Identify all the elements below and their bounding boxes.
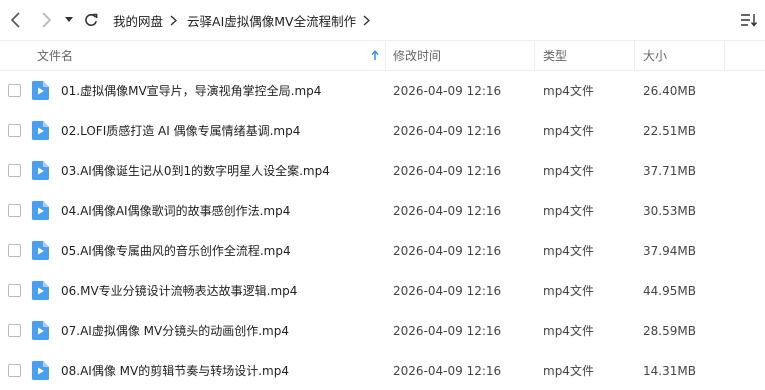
row-checkbox[interactable] bbox=[8, 364, 21, 377]
file-size: 30.53MB bbox=[643, 204, 696, 218]
file-modified: 2026-04-09 12:16 bbox=[393, 244, 502, 258]
video-file-icon bbox=[32, 281, 49, 300]
file-name: 01.虚拟偶像MV宣导片，导演视角掌控全局.mp4 bbox=[61, 84, 322, 98]
file-list-header: 文件名 修改时间 类型 大小 bbox=[0, 40, 765, 71]
toolbar: 我的网盘 云驿AI虚拟偶像MV全流程制作 bbox=[0, 0, 765, 40]
breadcrumb-item-current-folder[interactable]: 云驿AI虚拟偶像MV全流程制作 bbox=[187, 11, 356, 30]
file-row[interactable]: 02.LOFI质感打造 AI 偶像专属情绪基调.mp4 2026-04-09 1… bbox=[0, 111, 765, 151]
file-name: 02.LOFI质感打造 AI 偶像专属情绪基调.mp4 bbox=[61, 124, 301, 138]
column-header-modified-label: 修改时间 bbox=[393, 49, 442, 63]
file-row[interactable]: 01.虚拟偶像MV宣导片，导演视角掌控全局.mp4 2026-04-09 12:… bbox=[0, 71, 765, 111]
file-modified: 2026-04-09 12:16 bbox=[393, 364, 502, 378]
column-header-name-label: 文件名 bbox=[37, 49, 74, 63]
file-size: 22.51MB bbox=[643, 124, 696, 138]
row-checkbox[interactable] bbox=[8, 164, 21, 177]
history-dropdown-button[interactable] bbox=[62, 8, 76, 32]
file-size: 37.71MB bbox=[643, 164, 696, 178]
file-size: 14.31MB bbox=[643, 364, 696, 378]
video-file-icon bbox=[32, 361, 49, 380]
file-row[interactable]: 04.AI偶像AI偶像歌词的故事感创作法.mp4 2026-04-09 12:1… bbox=[0, 191, 765, 231]
breadcrumb-item-my-drive[interactable]: 我的网盘 bbox=[113, 11, 163, 30]
file-modified: 2026-04-09 12:16 bbox=[393, 284, 502, 298]
row-checkbox[interactable] bbox=[8, 284, 21, 297]
breadcrumb-separator-icon bbox=[363, 14, 371, 26]
file-name: 07.AI虚拟偶像 MV分镜头的动画创作.mp4 bbox=[61, 324, 289, 338]
file-row[interactable]: 05.AI偶像专属曲风的音乐创作全流程.mp4 2026-04-09 12:16… bbox=[0, 231, 765, 271]
refresh-button[interactable] bbox=[82, 8, 100, 32]
column-divider[interactable] bbox=[534, 41, 535, 70]
file-row[interactable]: 08.AI偶像 MV的剪辑节奏与转场设计.mp4 2026-04-09 12:1… bbox=[0, 351, 765, 390]
column-divider[interactable] bbox=[724, 41, 725, 70]
video-file-icon bbox=[32, 121, 49, 140]
sort-ascending-icon bbox=[371, 50, 379, 64]
back-button[interactable] bbox=[6, 8, 26, 32]
column-divider[interactable] bbox=[634, 41, 635, 70]
file-name: 08.AI偶像 MV的剪辑节奏与转场设计.mp4 bbox=[61, 364, 289, 378]
file-type: mp4文件 bbox=[543, 324, 594, 338]
column-header-name[interactable]: 文件名 bbox=[37, 41, 382, 70]
video-file-icon bbox=[32, 241, 49, 260]
column-header-type-label: 类型 bbox=[543, 49, 568, 63]
sort-options-button[interactable] bbox=[739, 10, 759, 30]
file-row[interactable]: 03.AI偶像诞生记从0到1的数字明星人设全案.mp4 2026-04-09 1… bbox=[0, 151, 765, 191]
file-row[interactable]: 07.AI虚拟偶像 MV分镜头的动画创作.mp4 2026-04-09 12:1… bbox=[0, 311, 765, 351]
video-file-icon bbox=[32, 81, 49, 100]
caret-down-icon bbox=[65, 17, 73, 22]
file-size: 28.59MB bbox=[643, 324, 696, 338]
sort-list-icon bbox=[741, 14, 758, 27]
file-modified: 2026-04-09 12:16 bbox=[393, 204, 502, 218]
file-name: 03.AI偶像诞生记从0到1的数字明星人设全案.mp4 bbox=[61, 164, 330, 178]
file-name: 04.AI偶像AI偶像歌词的故事感创作法.mp4 bbox=[61, 204, 291, 218]
column-divider[interactable] bbox=[385, 41, 386, 70]
chevron-left-icon bbox=[10, 12, 20, 28]
file-type: mp4文件 bbox=[543, 244, 594, 258]
video-file-icon bbox=[32, 201, 49, 220]
file-size: 37.94MB bbox=[643, 244, 696, 258]
file-name: 06.MV专业分镜设计流畅表达故事逻辑.mp4 bbox=[61, 284, 298, 298]
video-file-icon bbox=[32, 321, 49, 340]
file-modified: 2026-04-09 12:16 bbox=[393, 84, 502, 98]
file-name: 05.AI偶像专属曲风的音乐创作全流程.mp4 bbox=[61, 244, 291, 258]
refresh-icon bbox=[85, 13, 98, 26]
file-type: mp4文件 bbox=[543, 84, 594, 98]
chevron-right-icon bbox=[42, 12, 52, 28]
column-header-modified[interactable]: 修改时间 bbox=[393, 41, 533, 70]
file-type: mp4文件 bbox=[543, 364, 594, 378]
row-checkbox[interactable] bbox=[8, 124, 21, 137]
file-modified: 2026-04-09 12:16 bbox=[393, 324, 502, 338]
breadcrumb: 我的网盘 云驿AI虚拟偶像MV全流程制作 bbox=[113, 0, 380, 40]
column-header-type[interactable]: 类型 bbox=[543, 41, 633, 70]
column-header-size[interactable]: 大小 bbox=[643, 41, 723, 70]
file-type: mp4文件 bbox=[543, 204, 594, 218]
breadcrumb-separator-icon bbox=[170, 14, 178, 26]
row-checkbox[interactable] bbox=[8, 244, 21, 257]
column-header-size-label: 大小 bbox=[643, 49, 668, 63]
file-modified: 2026-04-09 12:16 bbox=[393, 164, 502, 178]
file-type: mp4文件 bbox=[543, 284, 594, 298]
forward-button[interactable] bbox=[36, 8, 56, 32]
file-size: 44.95MB bbox=[643, 284, 696, 298]
row-checkbox[interactable] bbox=[8, 84, 21, 97]
file-row[interactable]: 06.MV专业分镜设计流畅表达故事逻辑.mp4 2026-04-09 12:16… bbox=[0, 271, 765, 311]
row-checkbox[interactable] bbox=[8, 324, 21, 337]
file-type: mp4文件 bbox=[543, 164, 594, 178]
video-file-icon bbox=[32, 161, 49, 180]
file-size: 26.40MB bbox=[643, 84, 696, 98]
file-type: mp4文件 bbox=[543, 124, 594, 138]
file-modified: 2026-04-09 12:16 bbox=[393, 124, 502, 138]
row-checkbox[interactable] bbox=[8, 204, 21, 217]
